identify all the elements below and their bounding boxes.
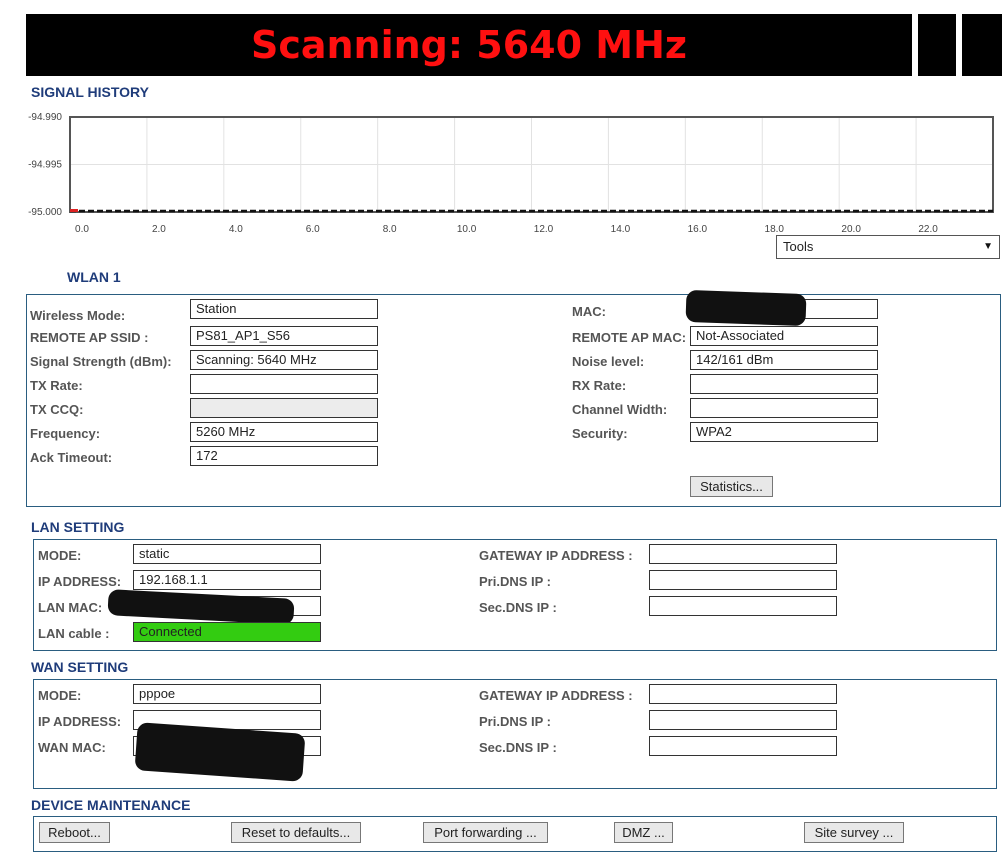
wan-sec-dns-label: Sec.DNS IP :: [479, 740, 557, 755]
chart-x-tick-label: 2.0: [152, 224, 166, 235]
noise-level-label: Noise level:: [572, 354, 645, 369]
wan-pri-dns-field[interactable]: [649, 710, 837, 730]
site-survey-button[interactable]: Site survey ...: [804, 822, 904, 843]
tools-dropdown-label: Tools: [783, 239, 814, 254]
wan-mode-field[interactable]: pppoe: [133, 684, 321, 704]
channel-width-label: Channel Width:: [572, 402, 668, 417]
lan-sec-dns-field[interactable]: [649, 596, 837, 616]
signal-strength-label: Signal Strength (dBm):: [30, 354, 172, 369]
lan-mode-field[interactable]: static: [133, 544, 321, 564]
security-label: Security:: [572, 426, 628, 441]
remote-ap-ssid-field[interactable]: PS81_AP1_S56: [190, 326, 378, 346]
frequency-label: Frequency:: [30, 426, 101, 441]
chart-x-tick-label: 20.0: [841, 224, 861, 235]
chart-x-tick-label: 6.0: [306, 224, 320, 235]
lan-gateway-label: GATEWAY IP ADDRESS :: [479, 548, 633, 563]
statistics-button[interactable]: Statistics...: [690, 476, 773, 497]
wan-pri-dns-label: Pri.DNS IP :: [479, 714, 552, 729]
lan-sec-dns-label: Sec.DNS IP :: [479, 600, 557, 615]
chart-y-tick-label: -94.990: [28, 112, 62, 123]
wan-setting-title: WAN SETTING: [31, 659, 129, 675]
tx-ccq-label: TX CCQ:: [30, 402, 84, 417]
signal-history-chart: -94.990 -94.995 -95.000 0.0 2.0 4.0 6.0 8.0 10.0…: [28, 112, 994, 235]
chart-x-tick-label: 18.0: [765, 224, 785, 235]
remote-ap-mac-field[interactable]: Not-Associated: [690, 326, 878, 346]
chart-y-tick-label: -94.995: [28, 160, 62, 171]
lan-pri-dns-label: Pri.DNS IP :: [479, 574, 552, 589]
lan-cable-label: LAN cable :: [38, 626, 110, 641]
chart-x-tick-label: 16.0: [688, 224, 708, 235]
wlan-title: WLAN 1: [67, 269, 121, 285]
wan-mode-label: MODE:: [38, 688, 82, 703]
lan-mac-label: LAN MAC:: [38, 600, 103, 615]
lan-pri-dns-field[interactable]: [649, 570, 837, 590]
chart-y-tick-label: -95.000: [28, 207, 62, 218]
chart-x-tick-label: 4.0: [229, 224, 243, 235]
tx-rate-label: TX Rate:: [30, 378, 83, 393]
wireless-mode-field[interactable]: Station: [190, 299, 378, 319]
remote-ap-ssid-label: REMOTE AP SSID :: [30, 330, 149, 345]
lan-gateway-field[interactable]: [649, 544, 837, 564]
channel-width-field[interactable]: [690, 398, 878, 418]
chart-x-tick-label: 22.0: [918, 224, 938, 235]
rx-rate-field[interactable]: [690, 374, 878, 394]
wan-ip-address-label: IP ADDRESS:: [38, 714, 122, 729]
chart-x-tick-label: 14.0: [611, 224, 631, 235]
wireless-mode-label: Wireless Mode:: [30, 308, 126, 323]
wan-mac-label: WAN MAC:: [38, 740, 106, 755]
reboot-button[interactable]: Reboot...: [39, 822, 110, 843]
lan-mode-label: MODE:: [38, 548, 82, 563]
device-maintenance-title: DEVICE MAINTENANCE: [31, 797, 191, 813]
wan-sec-dns-field[interactable]: [649, 736, 837, 756]
chart-x-tick-label: 0.0: [75, 224, 89, 235]
security-field[interactable]: WPA2: [690, 422, 878, 442]
wan-gateway-field[interactable]: [649, 684, 837, 704]
tx-rate-field[interactable]: [190, 374, 378, 394]
lan-ip-address-label: IP ADDRESS:: [38, 574, 122, 589]
reset-to-defaults-button[interactable]: Reset to defaults...: [231, 822, 361, 843]
lan-ip-address-field[interactable]: 192.168.1.1: [133, 570, 321, 590]
signal-strength-field[interactable]: Scanning: 5640 MHz: [190, 350, 378, 370]
mac-redaction: [685, 289, 807, 327]
ack-timeout-field[interactable]: 172: [190, 446, 378, 466]
tx-ccq-field[interactable]: [190, 398, 378, 418]
dmz-button[interactable]: DMZ ...: [614, 822, 673, 843]
chart-x-tick-label: 8.0: [383, 224, 397, 235]
rx-rate-label: RX Rate:: [572, 378, 627, 393]
mac-label: MAC:: [572, 304, 606, 319]
lan-cable-status-field: Connected: [133, 622, 321, 642]
ack-timeout-label: Ack Timeout:: [30, 450, 113, 465]
lan-setting-title: LAN SETTING: [31, 519, 125, 535]
tools-dropdown[interactable]: Tools ▼: [776, 235, 1000, 259]
chevron-down-icon: ▼: [983, 241, 993, 252]
noise-level-field[interactable]: 142/161 dBm: [690, 350, 878, 370]
chart-marker: [70, 209, 78, 212]
chart-x-tick-label: 12.0: [534, 224, 554, 235]
frequency-field[interactable]: 5260 MHz: [190, 422, 378, 442]
chart-x-tick-label: 10.0: [457, 224, 477, 235]
wan-gateway-label: GATEWAY IP ADDRESS :: [479, 688, 633, 703]
port-forwarding-button[interactable]: Port forwarding ...: [423, 822, 548, 843]
remote-ap-mac-label: REMOTE AP MAC:: [572, 330, 687, 345]
